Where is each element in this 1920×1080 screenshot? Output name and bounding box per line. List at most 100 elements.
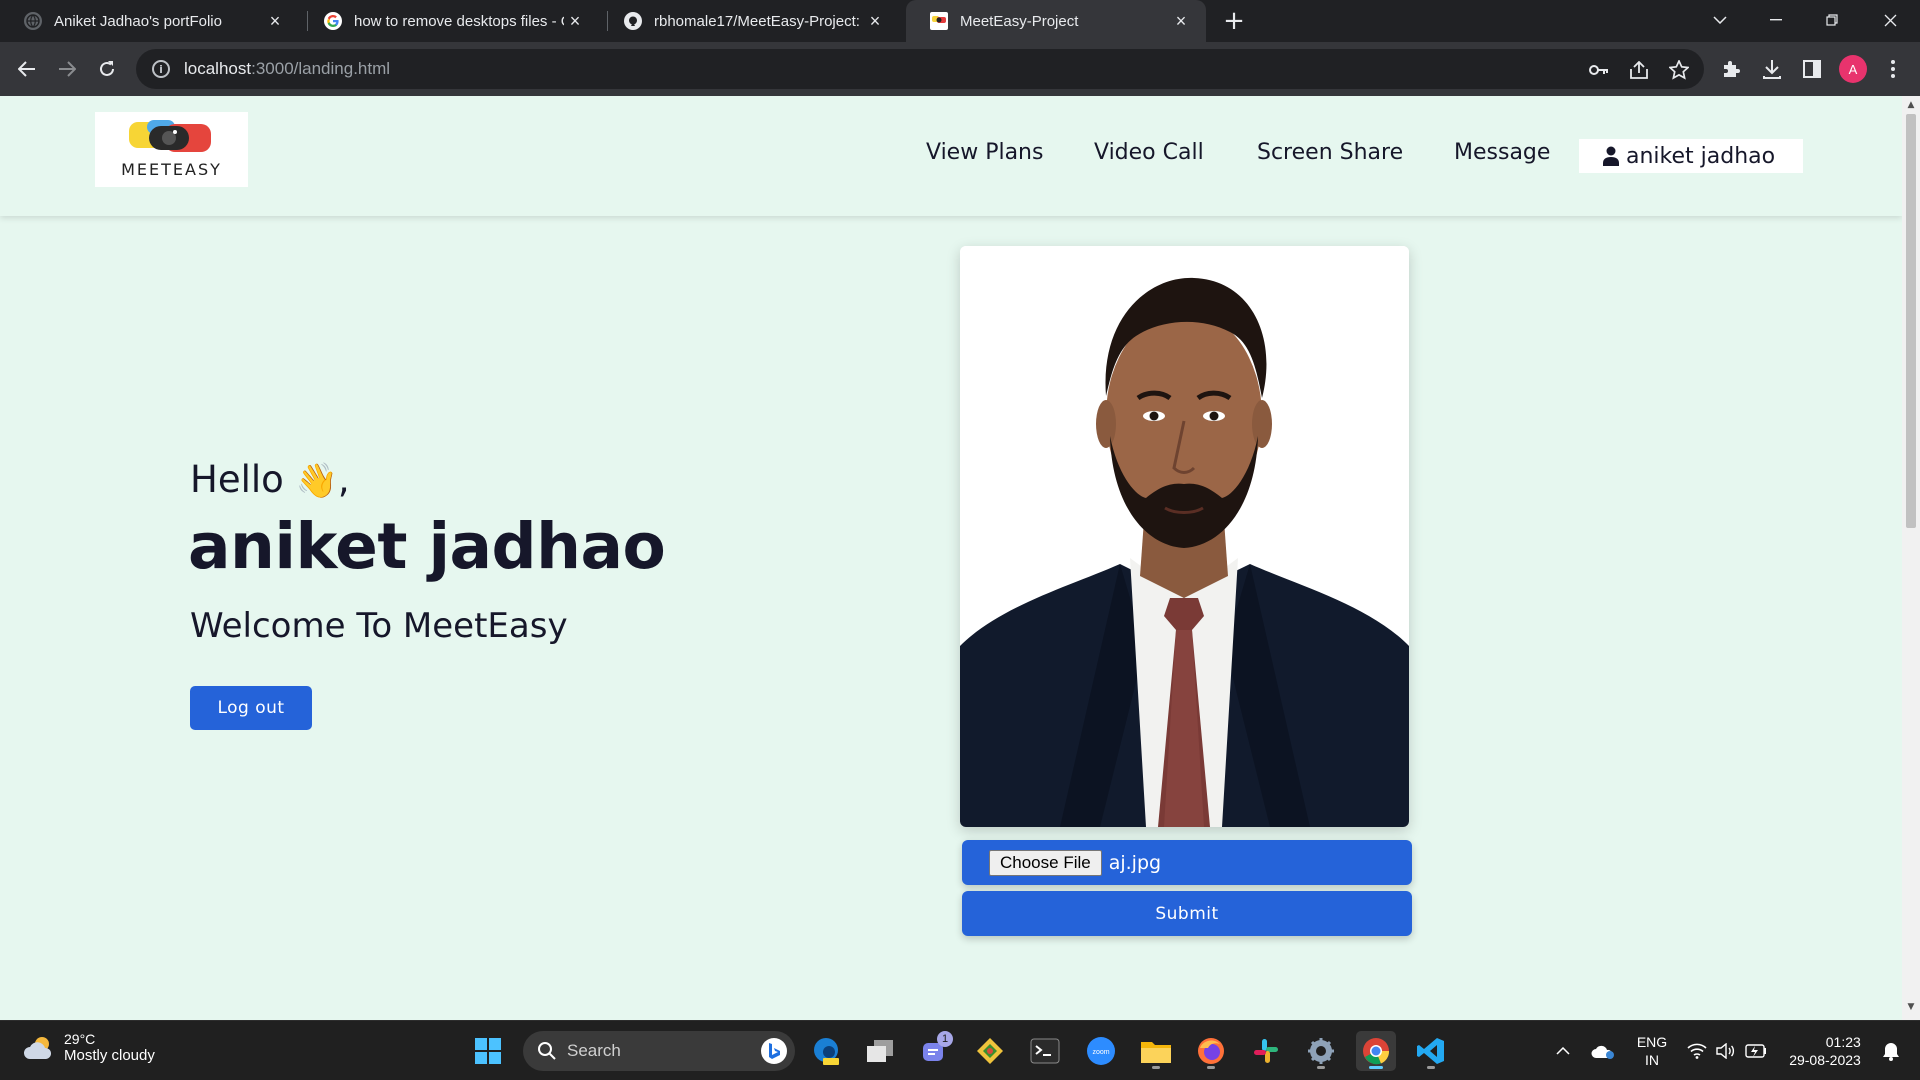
greeting: Hello 👋, bbox=[190, 458, 350, 501]
close-window-icon[interactable] bbox=[1864, 0, 1916, 40]
running-indicator bbox=[1317, 1066, 1325, 1069]
file-explorer-icon[interactable] bbox=[1136, 1031, 1176, 1071]
file-upload-field[interactable]: Choose File aj.jpg bbox=[962, 840, 1412, 885]
close-tab-icon[interactable]: × bbox=[1170, 10, 1192, 32]
terminal-icon[interactable] bbox=[1025, 1031, 1065, 1071]
globe-icon bbox=[24, 12, 42, 30]
search-placeholder: Search bbox=[567, 1041, 621, 1060]
menu-kebab-icon[interactable] bbox=[1880, 56, 1906, 82]
git-app-icon[interactable] bbox=[970, 1031, 1010, 1071]
tab-meeteasy[interactable]: MeetEasy-Project × bbox=[906, 0, 1206, 42]
running-indicator bbox=[1152, 1066, 1160, 1069]
windows-start-icon[interactable] bbox=[468, 1031, 508, 1071]
svg-text:zoom: zoom bbox=[1092, 1049, 1109, 1056]
submit-button[interactable]: Submit bbox=[962, 891, 1412, 936]
clock-date: 29-08-2023 bbox=[1789, 1052, 1861, 1068]
greeting-comma: , bbox=[337, 458, 350, 501]
greeting-text: Hello bbox=[190, 458, 284, 501]
password-key-icon[interactable] bbox=[1588, 59, 1610, 81]
tab-title: rbhomale17/MeetEasy-Project: In bbox=[654, 12, 864, 30]
restore-icon[interactable] bbox=[1806, 0, 1858, 40]
tab-portfolio[interactable]: Aniket Jadhao's portFolio × bbox=[0, 0, 300, 42]
profile-avatar[interactable]: A bbox=[1839, 55, 1867, 83]
tab-github[interactable]: rbhomale17/MeetEasy-Project: In × bbox=[600, 0, 900, 42]
share-icon[interactable] bbox=[1628, 59, 1650, 81]
address-bar[interactable]: i localhost:3000/landing.html bbox=[136, 49, 1704, 89]
notification-bell-icon[interactable] bbox=[1874, 1021, 1908, 1080]
teams-chat-icon[interactable]: 1 bbox=[915, 1031, 955, 1071]
scroll-down-icon[interactable]: ▼ bbox=[1906, 1002, 1916, 1012]
tab-google-search[interactable]: how to remove desktops files - G × bbox=[300, 0, 600, 42]
tab-title: Aniket Jadhao's portFolio bbox=[54, 12, 222, 30]
volume-icon[interactable] bbox=[1713, 1021, 1739, 1080]
battery-icon[interactable] bbox=[1742, 1021, 1770, 1080]
bookmark-star-icon[interactable] bbox=[1668, 59, 1690, 81]
scroll-up-icon[interactable]: ▲ bbox=[1906, 100, 1916, 110]
url-path: :3000/landing.html bbox=[251, 59, 391, 78]
taskbar-search-input[interactable]: Search bbox=[523, 1031, 795, 1071]
firefox-icon[interactable] bbox=[1191, 1031, 1231, 1071]
language-indicator[interactable]: ENG IN bbox=[1628, 1021, 1676, 1080]
logo-text: MEETEASY bbox=[121, 160, 222, 179]
settings-gear-icon[interactable] bbox=[1301, 1031, 1341, 1071]
running-indicator bbox=[1369, 1066, 1383, 1069]
github-icon bbox=[624, 12, 642, 30]
side-panel-icon[interactable] bbox=[1799, 56, 1825, 82]
scroll-thumb[interactable] bbox=[1906, 114, 1916, 528]
windows-taskbar: 29°C Mostly cloudy Search 1 zoom ENG IN … bbox=[0, 1020, 1920, 1080]
close-tab-icon[interactable]: × bbox=[864, 10, 886, 32]
google-icon bbox=[324, 12, 342, 30]
edge-dev-icon[interactable] bbox=[806, 1031, 846, 1071]
user-display-name: aniket jadhao bbox=[188, 510, 666, 583]
welcome-message: Welcome To MeetEasy bbox=[190, 606, 568, 646]
nav-view-plans[interactable]: View Plans bbox=[926, 140, 1043, 165]
zoom-icon[interactable]: zoom bbox=[1081, 1031, 1121, 1071]
waving-hand-icon: 👋 bbox=[295, 461, 338, 501]
slack-icon[interactable] bbox=[1246, 1031, 1286, 1071]
tab-title: MeetEasy-Project bbox=[960, 12, 1079, 30]
download-icon[interactable] bbox=[1759, 56, 1785, 82]
forward-arrow-icon[interactable] bbox=[52, 54, 82, 84]
wifi-icon[interactable] bbox=[1684, 1021, 1710, 1080]
site-header: MEETEASY View Plans Video Call Screen Sh… bbox=[0, 96, 1902, 216]
running-indicator bbox=[1207, 1066, 1215, 1069]
back-arrow-icon[interactable] bbox=[12, 54, 42, 84]
chrome-icon[interactable] bbox=[1356, 1031, 1396, 1071]
show-hidden-icons-chevron-icon[interactable] bbox=[1548, 1021, 1578, 1080]
close-tab-icon[interactable]: × bbox=[264, 10, 286, 32]
tab-title: how to remove desktops files - G bbox=[354, 12, 564, 30]
minimize-icon[interactable] bbox=[1750, 0, 1802, 40]
clock[interactable]: 01:23 29-08-2023 bbox=[1782, 1021, 1868, 1080]
reload-icon[interactable] bbox=[92, 54, 122, 84]
browser-toolbar: i localhost:3000/landing.html bbox=[0, 42, 1920, 96]
profile-photo-card bbox=[960, 246, 1409, 827]
nav-video-call[interactable]: Video Call bbox=[1094, 140, 1204, 165]
new-tab-button[interactable]: + bbox=[1220, 7, 1248, 35]
clock-time: 01:23 bbox=[1825, 1034, 1861, 1050]
user-icon bbox=[1603, 146, 1619, 166]
user-profile-chip[interactable]: aniket jadhao bbox=[1579, 139, 1803, 173]
task-view-icon[interactable] bbox=[860, 1031, 900, 1071]
weather-widget[interactable]: 29°C Mostly cloudy bbox=[22, 1031, 155, 1064]
language-code: ENG bbox=[1636, 1034, 1668, 1050]
close-tab-icon[interactable]: × bbox=[564, 10, 586, 32]
nav-message[interactable]: Message bbox=[1454, 140, 1550, 165]
page-viewport: MEETEASY View Plans Video Call Screen Sh… bbox=[0, 96, 1902, 1020]
extensions-puzzle-icon[interactable] bbox=[1718, 56, 1744, 82]
cloudy-weather-icon bbox=[24, 1036, 52, 1059]
selected-file-name: aj.jpg bbox=[1108, 851, 1162, 874]
site-info-icon[interactable]: i bbox=[152, 60, 170, 78]
url-host: localhost bbox=[184, 59, 252, 78]
camera-logo-icon bbox=[129, 120, 211, 152]
onedrive-cloud-icon[interactable] bbox=[1588, 1021, 1618, 1080]
tab-search-icon[interactable] bbox=[1694, 0, 1746, 40]
vscode-icon[interactable] bbox=[1411, 1031, 1451, 1071]
logout-button[interactable]: Log out bbox=[190, 686, 312, 730]
profile-photo bbox=[960, 246, 1409, 827]
choose-file-button[interactable]: Choose File bbox=[989, 849, 1102, 876]
bing-icon bbox=[761, 1038, 787, 1064]
page-scrollbar[interactable]: ▲ ▼ bbox=[1902, 96, 1920, 1020]
weather-condition: Mostly cloudy bbox=[64, 1047, 155, 1064]
nav-screen-share[interactable]: Screen Share bbox=[1257, 140, 1403, 165]
meeteasy-logo[interactable]: MEETEASY bbox=[95, 112, 248, 187]
